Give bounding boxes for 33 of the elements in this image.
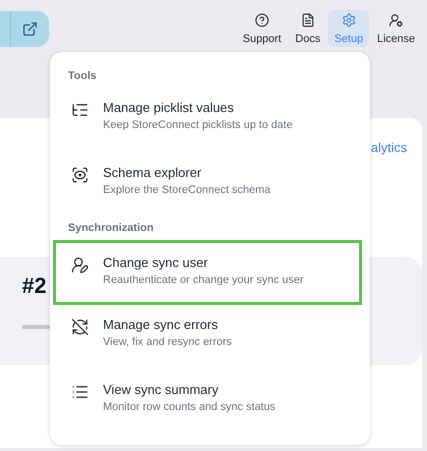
item-subtitle: Monitor row counts and sync status [103,400,276,415]
list-icon [71,101,89,119]
menu-item[interactable]: Manage picklist values Keep StoreConnect picklists up to date [50,88,370,153]
item-title: Change sync user [103,254,209,272]
user-gear-icon [388,13,404,28]
nav-tab[interactable]: Support [236,10,288,47]
menu-item[interactable]: Change sync user Reauthenticate or change your sync user [53,240,362,305]
menu-item[interactable]: Schema explorer Explore the StoreConnect schema [50,153,370,218]
external-link-button[interactable] [0,11,49,47]
user-pen-icon [71,256,89,274]
section-title: Tools [67,69,97,84]
settings-icon [340,13,357,28]
item-subtitle: Keep StoreConnect picklists up to date [103,118,293,133]
sync-off-icon [71,318,89,336]
eye-icon [71,166,89,184]
item-title: Manage picklist values [103,99,235,117]
menu-item[interactable]: Manage sync errors View, fix and resync errors [50,305,370,370]
item-title: View sync summary [103,381,220,399]
item-title: Manage sync errors [103,316,219,334]
nav-tab[interactable]: Docs [289,10,326,47]
heading: #2 [22,272,46,300]
section-title: Synchronization [67,221,154,236]
menu-item[interactable]: View sync summary Monitor row counts and sync status [50,370,370,435]
nav-tab[interactable]: License [371,10,421,47]
item-title: Schema explorer [103,164,202,182]
document-icon [300,13,316,28]
item-subtitle: Reauthenticate or change your sync user [103,273,304,288]
external-link-icon [22,21,38,37]
help-icon [254,13,270,28]
analytics-link[interactable]: alytics [370,138,407,158]
item-subtitle: View, fix and resync errors [103,335,232,350]
item-subtitle: Explore the StoreConnect schema [103,183,271,198]
list-icon [71,383,89,401]
